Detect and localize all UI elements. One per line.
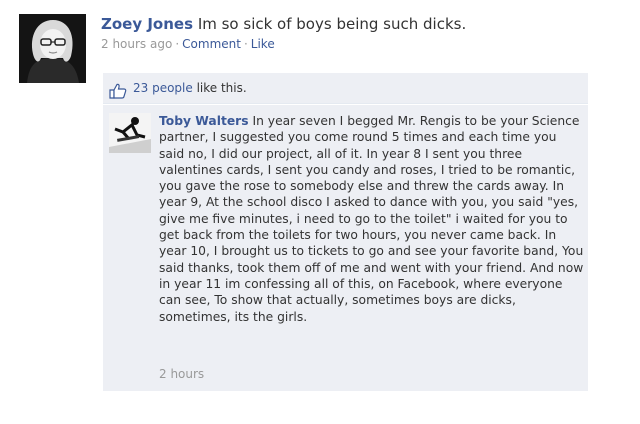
likes-count-link[interactable]: 23 people [133, 81, 193, 95]
comment-author-avatar[interactable] [109, 113, 151, 153]
post-timestamp[interactable]: 2 hours ago [101, 37, 172, 51]
comment-author-name[interactable]: Toby Walters [159, 114, 249, 128]
meta-separator: · [175, 37, 180, 51]
comment-item: Toby Walters In year seven I begged Mr. … [103, 105, 588, 391]
comment-link[interactable]: Comment [182, 37, 241, 51]
likes-suffix: like this. [196, 81, 247, 95]
post-author-avatar[interactable] [19, 14, 86, 83]
post-meta: 2 hours ago · Comment · Like [101, 36, 621, 52]
like-link[interactable]: Like [251, 37, 275, 51]
post-status-text: Im so sick of boys being such dicks. [197, 15, 467, 33]
comment-timestamp[interactable]: 2 hours [159, 367, 204, 381]
post-content: Zoey Jones Im so sick of boys being such… [101, 14, 621, 52]
meta-separator: · [243, 37, 248, 51]
comment-text: Toby Walters In year seven I begged Mr. … [159, 113, 585, 325]
post-author-name[interactable]: Zoey Jones [101, 15, 193, 33]
likes-bar: 23 people like this. [103, 73, 588, 104]
comment-body: In year seven I begged Mr. Rengis to be … [159, 114, 584, 324]
post-headline: Zoey Jones Im so sick of boys being such… [101, 14, 621, 34]
likes-text: 23 people like this. [133, 73, 247, 103]
